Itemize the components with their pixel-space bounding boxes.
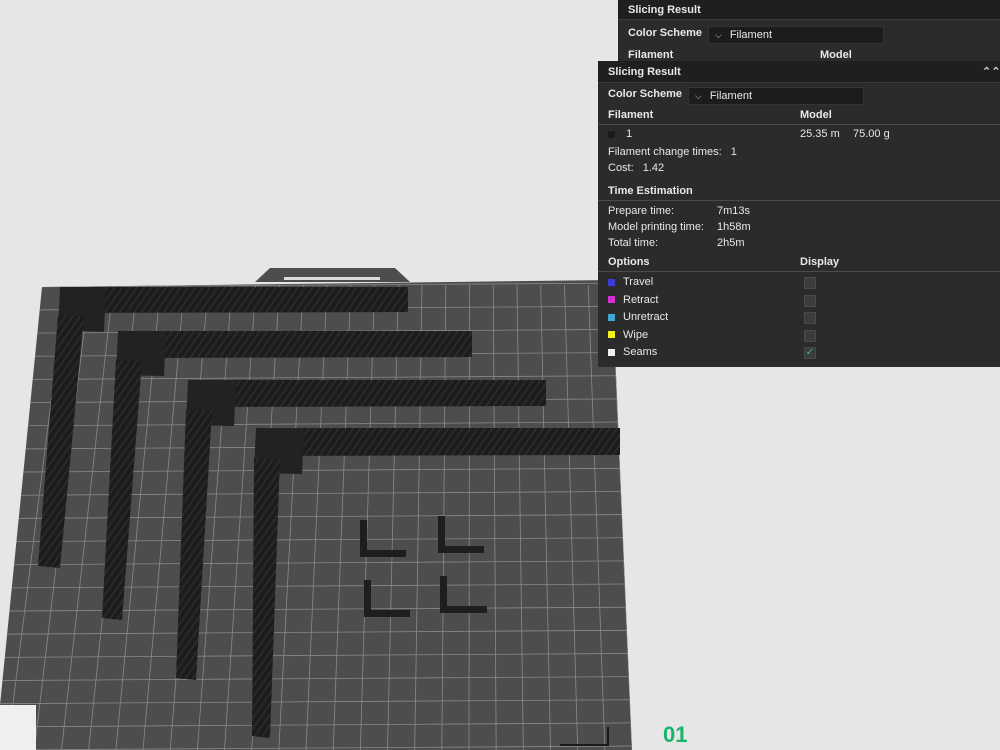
filament-change-value: 1 xyxy=(730,146,737,158)
total-time-value: 2h5m xyxy=(717,237,745,249)
filament-length: 25.35 m xyxy=(800,128,840,140)
layer-indicator: 01 xyxy=(663,722,688,747)
option-label: Unretract xyxy=(623,311,669,324)
divider xyxy=(598,271,1000,272)
color-scheme-dropdown[interactable]: ⌵ Filament xyxy=(688,87,864,105)
divider xyxy=(598,124,1000,125)
divider xyxy=(598,200,1000,201)
option-retract-checkbox[interactable] xyxy=(804,294,816,307)
color-scheme-label: Color Scheme xyxy=(608,88,682,100)
color-scheme-value: Filament xyxy=(729,29,773,41)
model-printing-time-value: 1h58m xyxy=(717,221,751,233)
color-scheme-dropdown[interactable]: ⌵ Filament xyxy=(708,26,884,44)
prepare-time-value: 7m13s xyxy=(717,205,751,217)
option-color-swatch xyxy=(608,313,615,321)
option-color-swatch xyxy=(608,331,615,339)
color-scheme-value: Filament xyxy=(709,90,753,102)
panel-back-title: Slicing Result xyxy=(618,0,1000,20)
filament-color-swatch xyxy=(608,130,615,138)
model-header: Model xyxy=(800,109,832,121)
option-label: Travel xyxy=(623,276,654,288)
chevron-down-icon: ⌵ xyxy=(715,29,722,40)
option-label: Wipe xyxy=(623,328,649,341)
option-color-swatch xyxy=(608,348,615,356)
slicing-result-panel: Slicing Result ⌃⌃ Color Scheme ⌵ Filamen… xyxy=(598,61,1000,367)
collapse-icon[interactable]: ⌃⌃ xyxy=(982,65,1000,79)
filament-weight: 75.00 g xyxy=(853,128,890,140)
model-printing-time-label: Model printing time: xyxy=(608,221,704,233)
prepare-time-label: Prepare time: xyxy=(608,205,675,217)
options-header: Options xyxy=(608,256,650,268)
chevron-down-icon: ⌵ xyxy=(695,90,702,101)
filament-header: Filament xyxy=(628,49,674,61)
option-seams-checkbox[interactable]: ✓ xyxy=(804,347,816,360)
option-unretract-row: Unretract xyxy=(608,311,668,323)
option-wipe-row: Wipe xyxy=(608,329,648,341)
option-unretract-checkbox[interactable] xyxy=(804,312,816,325)
slicing-result-panel-background: Slicing Result Color Scheme ⌵ Filament F… xyxy=(618,0,1000,61)
color-scheme-label: Color Scheme xyxy=(628,27,702,39)
panel-title-text: Slicing Result xyxy=(608,65,681,78)
option-color-swatch xyxy=(608,296,615,304)
filament-header: Filament xyxy=(608,109,654,121)
model-header: Model xyxy=(820,49,852,61)
option-retract-row: Retract xyxy=(608,294,658,306)
filament-change-row: Filament change times: 1 xyxy=(608,146,737,158)
bed-label xyxy=(0,705,36,750)
bed-handle-slot xyxy=(284,277,380,280)
option-label: Retract xyxy=(623,293,659,306)
option-wipe-checkbox[interactable] xyxy=(804,329,816,342)
filament-row: 1 xyxy=(608,128,632,140)
option-travel-row: Travel xyxy=(608,276,653,288)
option-label: Seams xyxy=(623,346,658,359)
check-icon: ✓ xyxy=(805,347,815,359)
option-travel-checkbox[interactable] xyxy=(804,277,816,289)
total-time-label: Total time: xyxy=(608,237,659,249)
display-header: Display xyxy=(800,256,840,268)
time-estimation-header: Time Estimation xyxy=(608,185,693,197)
filament-change-label: Filament change times: xyxy=(608,146,722,158)
option-color-swatch xyxy=(608,278,615,286)
cost-row: Cost: 1.42 xyxy=(608,162,664,174)
cost-label: Cost: xyxy=(608,162,634,174)
cost-value: 1.42 xyxy=(642,162,665,174)
filament-id: 1 xyxy=(626,128,633,140)
option-seams-row: Seams xyxy=(608,346,657,358)
panel-title: Slicing Result ⌃⌃ xyxy=(598,61,1000,83)
